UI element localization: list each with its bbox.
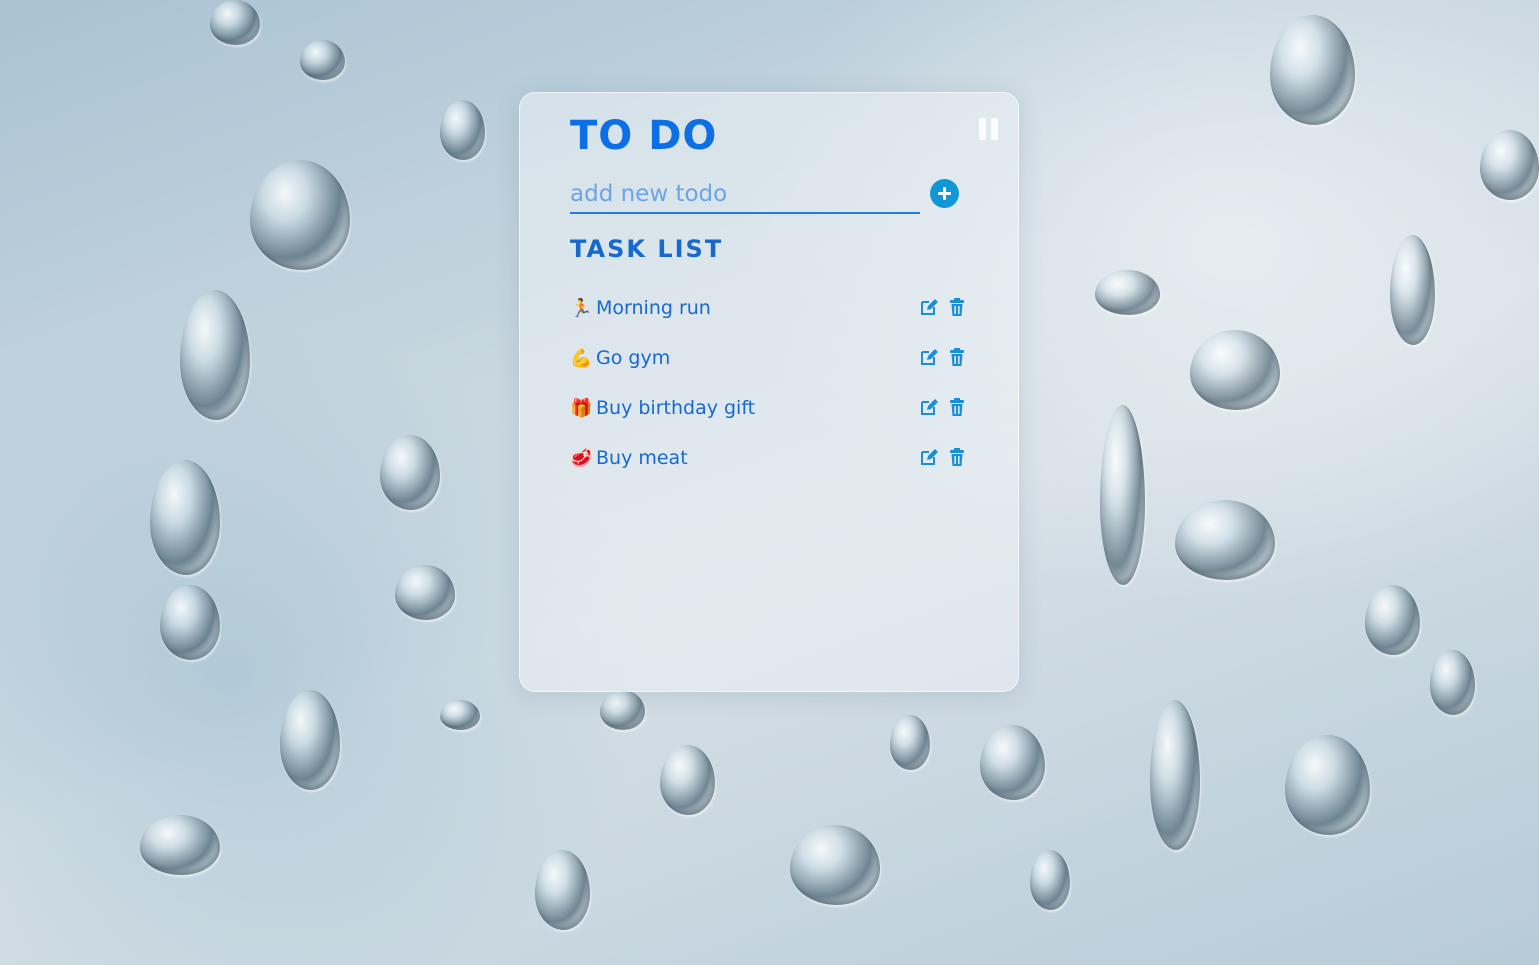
task-emoji: 💪 [570,347,593,369]
new-todo-field [570,178,920,214]
task-label[interactable]: Buy meat [596,447,688,469]
edit-task-button[interactable] [919,347,939,367]
raindrop [1285,735,1370,835]
task-emoji: 🥩 [570,447,593,469]
delete-task-button[interactable] [947,397,967,417]
raindrop [210,0,260,45]
task-item: 🏃 Morning run [570,283,970,333]
edit-icon [921,299,938,315]
edit-icon [921,449,938,465]
app-title: TO DO [570,113,718,159]
trash-icon [950,348,964,366]
raindrop [280,690,340,790]
raindrop [790,825,880,905]
trash-icon [950,448,964,466]
raindrop [1095,270,1160,315]
raindrop [180,290,250,420]
task-actions [919,347,967,367]
task-actions [919,297,967,317]
raindrop [535,850,590,930]
raindrop [1175,500,1275,580]
raindrop [1030,850,1070,910]
delete-task-button[interactable] [947,347,967,367]
add-todo-button[interactable] [930,179,959,208]
raindrop [600,690,645,730]
raindrop [1100,405,1145,585]
raindrop [160,585,220,660]
task-list-heading: TASK LIST [570,235,724,263]
task-label[interactable]: Buy birthday gift [596,397,755,419]
delete-task-button[interactable] [947,447,967,467]
trash-icon [950,298,964,316]
raindrop [1190,330,1280,410]
todo-card: TO DO TASK LIST 🏃 Morning run [519,92,1019,692]
edit-icon [921,349,938,365]
trash-icon [950,398,964,416]
task-item: 🥩 Buy meat [570,433,970,483]
task-label[interactable]: Go gym [596,347,670,369]
raindrop [140,815,220,875]
edit-task-button[interactable] [919,447,939,467]
raindrop [980,725,1045,800]
edit-task-button[interactable] [919,297,939,317]
task-actions [919,397,967,417]
task-emoji: 🏃 [570,297,593,319]
raindrop [1365,585,1420,655]
raindrop [660,745,715,815]
raindrop [890,715,930,770]
task-item: 🎁 Buy birthday gift [570,383,970,433]
edit-icon [921,399,938,415]
raindrop [1390,235,1435,345]
edit-task-button[interactable] [919,397,939,417]
raindrop [440,100,485,160]
pause-icon[interactable] [979,118,999,140]
raindrop [300,40,345,80]
task-item: 💪 Go gym [570,333,970,383]
task-actions [919,447,967,467]
delete-task-button[interactable] [947,297,967,317]
raindrop [380,435,440,510]
raindrop [1150,700,1200,850]
raindrop [250,160,350,270]
task-emoji: 🎁 [570,397,593,419]
task-label[interactable]: Morning run [596,297,711,319]
raindrop [1270,15,1355,125]
task-list: 🏃 Morning run 💪 Go gym 🎁 Buy birthday gi… [570,283,970,483]
raindrop [150,460,220,575]
plus-icon [938,187,951,200]
raindrop [1430,650,1475,715]
raindrop [1480,130,1539,200]
raindrop [395,565,455,620]
new-todo-input[interactable] [570,178,920,210]
raindrop [440,700,480,730]
